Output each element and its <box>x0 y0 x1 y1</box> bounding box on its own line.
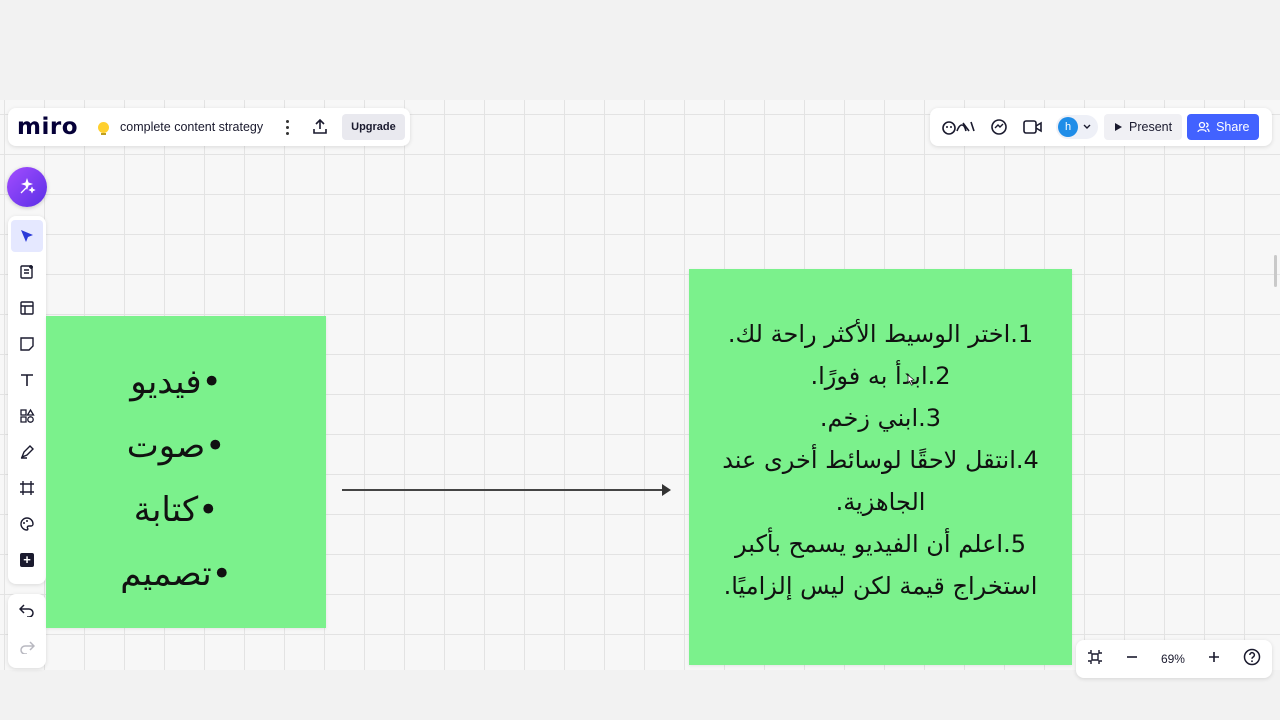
play-icon <box>1115 123 1122 131</box>
cursor-arrow-icon <box>21 230 33 242</box>
templates-tool[interactable] <box>11 256 43 288</box>
board-header: miro complete content strategy Upgrade <box>8 108 410 146</box>
sticky-note-text: 1.اختر الوسيط الأكثر راحة لك. 2.ابدأ به … <box>689 313 1072 607</box>
bulb-icon <box>98 121 109 135</box>
layout-icon <box>20 301 34 315</box>
sticky-line: استخراج قيمة لكن ليس إلزاميًا. <box>723 572 1038 600</box>
sticky-line: 2.ابدأ به فورًا. <box>810 362 951 390</box>
zoom-level[interactable]: 69% <box>1161 652 1185 666</box>
text-icon <box>21 374 33 386</box>
frame-icon <box>20 481 34 495</box>
present-button[interactable]: Present <box>1104 114 1183 140</box>
palette-icon <box>20 517 34 531</box>
miro-logo[interactable]: miro <box>17 114 78 140</box>
sticky-line: 3.ابني زخم. <box>819 404 942 432</box>
sticky-line: •كتابة <box>133 490 219 530</box>
ai-assistant-button[interactable] <box>7 167 47 207</box>
history-toolbar <box>8 594 46 668</box>
shapes-tool[interactable] <box>11 400 43 432</box>
present-label: Present <box>1129 120 1173 134</box>
redo-icon[interactable] <box>19 640 36 659</box>
sticky-note-media-types[interactable]: •فيديو •صوت •كتابة •تصميم <box>46 316 326 628</box>
fit-to-screen-icon[interactable] <box>1087 649 1103 670</box>
sticky-line: 4.انتقل لاحقًا لوسائط أخرى عند <box>722 446 1039 474</box>
templates-icon <box>20 265 33 279</box>
vertical-scrollbar[interactable] <box>1274 255 1277 287</box>
share-label: Share <box>1216 120 1250 134</box>
reactions-icon[interactable] <box>940 114 978 140</box>
chevron-down-icon <box>1083 124 1091 129</box>
help-icon[interactable] <box>1243 648 1261 671</box>
user-avatar[interactable]: h <box>1058 117 1078 137</box>
share-button[interactable]: Share <box>1187 114 1260 140</box>
sticky-note-tool[interactable] <box>11 328 43 360</box>
sticky-line: 5.اعلم أن الفيديو يسمح بأكبر <box>734 530 1027 558</box>
sticky-note-steps[interactable]: 1.اختر الوسيط الأكثر راحة لك. 2.ابدأ به … <box>689 269 1072 665</box>
text-tool[interactable] <box>11 364 43 396</box>
pen-icon <box>20 445 34 459</box>
text-cursor-icon <box>907 374 915 393</box>
sticky-line: •صوت <box>126 426 226 466</box>
more-tools-button[interactable]: + <box>11 544 43 576</box>
collaboration-bar: h Present Share <box>930 108 1272 146</box>
more-menu-icon[interactable] <box>279 117 295 137</box>
comments-icon[interactable] <box>986 114 1012 140</box>
video-call-icon[interactable] <box>1020 114 1046 140</box>
sticky-note-icon <box>20 337 34 351</box>
sticky-note-text: •فيديو •صوت •كتابة •تصميم <box>46 350 326 606</box>
shapes-icon <box>20 408 35 423</box>
arrow-connector[interactable] <box>342 484 671 496</box>
sticky-line: •فيديو <box>130 362 222 402</box>
sparkle-icon <box>20 177 36 194</box>
board-name[interactable]: complete content strategy <box>120 120 263 134</box>
pen-tool[interactable] <box>11 436 43 468</box>
sticky-line: 1.اختر الوسيط الأكثر راحة لك. <box>727 320 1034 348</box>
collaborators-menu[interactable]: h <box>1056 115 1098 139</box>
sticky-line: الجاهزية. <box>835 488 926 516</box>
people-icon <box>1197 121 1210 133</box>
frame-tool[interactable] <box>11 472 43 504</box>
zoom-controls: 69% <box>1076 640 1272 678</box>
upgrade-button[interactable]: Upgrade <box>342 114 405 140</box>
frame-layouts-tool[interactable] <box>11 292 43 324</box>
select-tool[interactable] <box>11 220 43 252</box>
export-icon[interactable] <box>307 114 333 140</box>
zoom-in-icon[interactable] <box>1207 650 1221 669</box>
stickers-tool[interactable] <box>11 508 43 540</box>
creation-toolbar: + <box>8 216 46 584</box>
plus-icon: + <box>20 553 34 567</box>
zoom-out-icon[interactable] <box>1125 650 1139 669</box>
sticky-line: •تصميم <box>120 554 232 594</box>
undo-icon[interactable] <box>18 603 35 622</box>
